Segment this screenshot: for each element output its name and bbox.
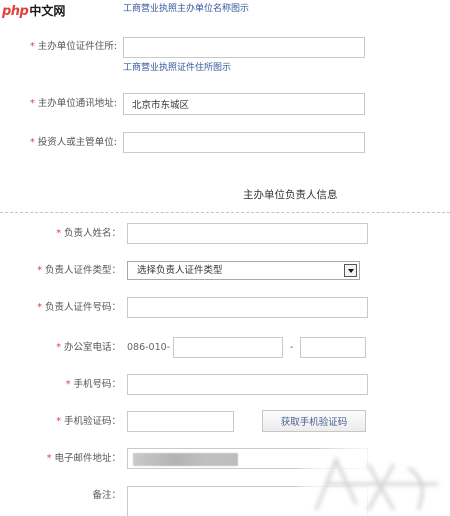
mobile-input[interactable]: [127, 374, 368, 395]
mailing-address-label-text: 主办单位通讯地址:: [37, 98, 117, 109]
email-label: * 电子邮件地址：: [0, 453, 121, 465]
mailing-address-label: * 主办单位通讯地址:: [0, 98, 117, 110]
required-asterisk: *: [56, 228, 61, 239]
address-example-link[interactable]: 工商营业执照证件住所图示: [123, 63, 231, 74]
id-type-select[interactable]: 选择负责人证件类型: [127, 261, 360, 280]
logo-name: 中文网: [29, 4, 66, 18]
id-number-label-text: 负责人证件号码：: [44, 302, 121, 313]
investor-label-text: 投资人或主管单位:: [37, 137, 117, 148]
name-example-link[interactable]: 工商营业执照主办单位名称图示: [123, 4, 249, 15]
logo-mark: php: [2, 4, 29, 19]
site-logo: php中文网: [2, 2, 66, 19]
redacted-email-value: [133, 453, 238, 466]
office-phone-extension-input[interactable]: [300, 337, 366, 358]
office-phone-prefix: 086-010-: [127, 342, 171, 353]
required-asterisk: *: [30, 98, 35, 109]
sms-code-label-text: 手机验证码：: [63, 416, 121, 427]
required-asterisk: *: [56, 342, 61, 353]
mobile-label-text: 手机号码：: [73, 379, 121, 390]
watermark: [298, 438, 450, 516]
name-label: * 负责人姓名：: [0, 228, 121, 240]
investor-input[interactable]: [123, 132, 365, 153]
mailing-address-input[interactable]: [123, 93, 365, 115]
id-number-input[interactable]: [127, 297, 368, 318]
get-sms-code-button[interactable]: 获取手机验证码: [262, 410, 366, 432]
required-asterisk: *: [30, 41, 35, 52]
id-type-selected-text: 选择负责人证件类型: [137, 265, 223, 276]
office-phone-label-text: 办公室电话：: [63, 342, 121, 353]
address-label-text: 主办单位证件住所:: [37, 41, 117, 52]
required-asterisk: *: [37, 265, 42, 276]
sms-code-label: * 手机验证码：: [0, 416, 121, 428]
office-phone-number-input[interactable]: [173, 337, 283, 358]
address-input[interactable]: [123, 37, 365, 58]
office-phone-label: * 办公室电话：: [0, 342, 121, 354]
required-asterisk: *: [37, 302, 42, 313]
remarks-label-text: 备注：: [92, 490, 121, 501]
email-label-text: 电子邮件地址：: [54, 453, 121, 464]
required-asterisk: *: [46, 453, 52, 464]
required-asterisk: *: [30, 137, 35, 148]
chevron-down-glyph: [348, 269, 354, 273]
office-phone-separator: -: [290, 342, 294, 353]
sms-code-input[interactable]: [127, 411, 234, 432]
address-label: * 主办单位证件住所:: [0, 41, 117, 53]
chevron-down-icon[interactable]: [344, 264, 357, 277]
remarks-label: 备注：: [0, 490, 121, 502]
section-divider: [0, 212, 450, 213]
section-title: 主办单位负责人信息: [243, 189, 338, 201]
name-input[interactable]: [127, 223, 368, 244]
investor-label: * 投资人或主管单位:: [0, 137, 117, 149]
id-number-label: * 负责人证件号码：: [0, 302, 121, 314]
name-label-text: 负责人姓名：: [63, 228, 121, 239]
required-asterisk: *: [56, 416, 61, 427]
id-type-label-text: 负责人证件类型：: [44, 265, 121, 276]
mobile-label: * 手机号码：: [0, 379, 121, 391]
id-type-label: * 负责人证件类型：: [0, 265, 121, 277]
required-asterisk: *: [65, 379, 71, 390]
